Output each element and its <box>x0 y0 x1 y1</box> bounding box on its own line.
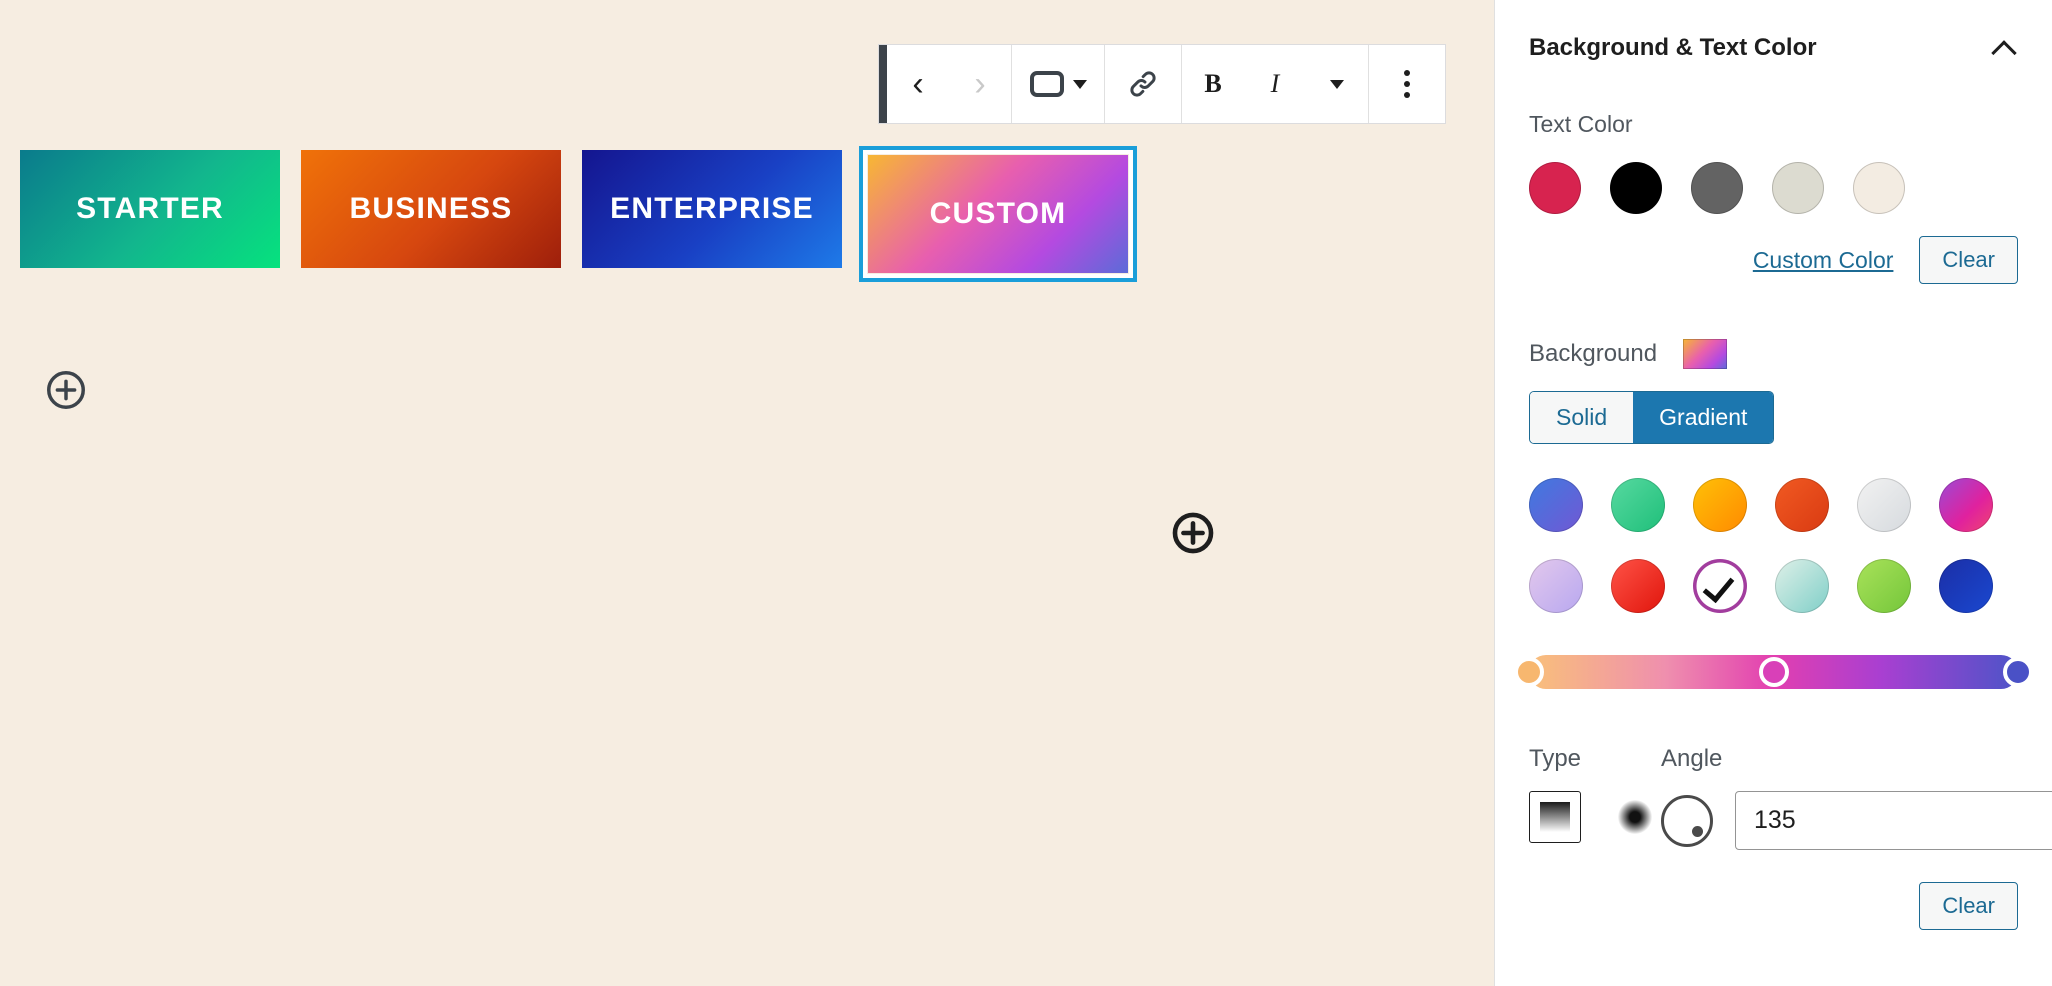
chevron-down-icon <box>1072 79 1087 89</box>
angle-dial-handle-icon <box>1692 825 1703 837</box>
chevron-right-icon: › <box>974 65 986 103</box>
text-color-actions: Custom Color Clear <box>1529 236 2018 284</box>
appender-canvas[interactable] <box>1170 510 1216 556</box>
gradient-swatch-lime-green[interactable] <box>1857 559 1911 613</box>
editor-root: ‹ › B I STARTER BUSINESS ENTERPRISE CUST… <box>0 0 2052 986</box>
custom-color-link[interactable]: Custom Color <box>1753 247 1894 274</box>
linear-gradient-option[interactable] <box>1529 791 1581 843</box>
bold-icon: B <box>1204 69 1222 98</box>
button-enterprise[interactable]: ENTERPRISE <box>582 150 842 268</box>
gradient-swatch-row-1 <box>1529 478 2018 532</box>
gradient-swatch-aqua-pale[interactable] <box>1775 559 1829 613</box>
text-swatch-light-gray[interactable] <box>1772 162 1824 214</box>
text-swatch-off-white[interactable] <box>1853 162 1905 214</box>
chevron-up-icon[interactable] <box>1992 35 2018 61</box>
chevron-left-icon: ‹ <box>912 65 924 103</box>
tab-gradient[interactable]: Gradient <box>1633 392 1774 443</box>
block-drag-handle[interactable] <box>879 45 887 123</box>
bold-button[interactable]: B <box>1182 45 1244 123</box>
button-custom-inner: CUSTOM <box>868 155 1128 273</box>
link-button[interactable] <box>1105 45 1181 123</box>
background-preview-swatch[interactable] <box>1683 339 1728 369</box>
gradient-swatch-red-scarlet[interactable] <box>1611 559 1665 613</box>
gradient-swatch-pale-silver[interactable] <box>1857 478 1911 532</box>
type-label: Type <box>1529 745 1582 772</box>
type-choices <box>1529 791 1661 843</box>
appender-inline[interactable] <box>44 368 88 412</box>
panel-title: Background & Text Color <box>1529 34 1817 61</box>
plus-circle-icon <box>1172 512 1214 554</box>
gradient-swatch-custom-current[interactable] <box>1693 559 1747 613</box>
gradient-swatch-amber-orange[interactable] <box>1693 478 1747 532</box>
toolbar-group-block-type <box>1012 45 1105 123</box>
tab-solid[interactable]: Solid <box>1530 392 1634 443</box>
move-up-button[interactable]: ‹ <box>887 45 949 123</box>
background-type-tabs: Solid Gradient <box>1529 391 1775 444</box>
italic-icon: I <box>1270 69 1280 98</box>
gradient-swatch-row-2 <box>1529 559 2018 613</box>
gradient-swatch-deep-blue[interactable] <box>1939 559 1993 613</box>
button-custom[interactable]: CUSTOM <box>859 146 1137 282</box>
radial-gradient-icon <box>1618 800 1652 834</box>
text-color-label: Text Color <box>1529 111 1633 137</box>
radial-gradient-option[interactable] <box>1609 791 1661 843</box>
gradient-type-control: Type <box>1529 745 1661 850</box>
angle-dial[interactable] <box>1661 794 1713 847</box>
gradient-swatch-grid <box>1529 478 2018 613</box>
gradient-swatch-green-mint[interactable] <box>1611 478 1665 532</box>
text-color-swatches <box>1529 162 2018 214</box>
angle-label: Angle <box>1661 745 1723 772</box>
linear-gradient-icon <box>1540 802 1570 832</box>
button-block-icon <box>1029 71 1064 97</box>
link-icon <box>1130 71 1156 97</box>
gradient-swatch-blue-violet[interactable] <box>1529 478 1583 532</box>
gradient-stop-2[interactable] <box>1758 657 1789 687</box>
gradient-editor-bar-wrap <box>1514 655 2033 695</box>
button-custom-label: CUSTOM <box>929 197 1067 230</box>
gradient-swatch-red-orange[interactable] <box>1775 478 1829 532</box>
toolbar-group-format: B I <box>1182 45 1369 123</box>
buttons-block-row: STARTER BUSINESS ENTERPRISE CUSTOM <box>20 146 1137 282</box>
background-actions: Clear <box>1529 882 2018 930</box>
button-starter[interactable]: STARTER <box>20 150 280 268</box>
italic-button[interactable]: I <box>1244 45 1306 123</box>
gradient-controls-row: Type Angle <box>1529 745 2052 850</box>
gradient-angle-control: Angle <box>1661 745 2052 850</box>
button-business-label: BUSINESS <box>349 192 513 225</box>
button-enterprise-label: ENTERPRISE <box>610 192 814 225</box>
background-clear-button[interactable]: Clear <box>1919 882 2018 930</box>
angle-input[interactable] <box>1735 791 2052 850</box>
background-label: Background <box>1529 340 1658 367</box>
gradient-swatch-purple-pink[interactable] <box>1939 478 1993 532</box>
move-down-button[interactable]: › <box>949 45 1011 123</box>
text-swatch-black[interactable] <box>1610 162 1662 214</box>
angle-wrap <box>1661 791 2052 850</box>
toolbar-group-movers: ‹ › <box>887 45 1012 123</box>
plus-circle-icon <box>47 371 85 409</box>
gradient-editor-bar[interactable] <box>1514 655 2033 689</box>
button-business[interactable]: BUSINESS <box>301 150 561 268</box>
button-starter-label: STARTER <box>76 192 224 225</box>
panel-header[interactable]: Background & Text Color <box>1529 22 2018 66</box>
block-type-button[interactable] <box>1012 45 1104 123</box>
text-swatch-crimson[interactable] <box>1529 162 1581 214</box>
gradient-stop-3[interactable] <box>2003 657 2033 687</box>
gradient-stop-1[interactable] <box>1514 657 1544 687</box>
text-swatch-dark-gray[interactable] <box>1691 162 1743 214</box>
gradient-swatch-lavender[interactable] <box>1529 559 1583 613</box>
block-options-button[interactable] <box>1369 45 1445 123</box>
caret-down-icon <box>1330 79 1344 89</box>
block-toolbar: ‹ › B I <box>878 44 1446 124</box>
settings-sidebar: Background & Text Color Text Color Custo… <box>1494 0 2052 986</box>
toolbar-group-options <box>1369 45 1445 123</box>
text-color-clear-button[interactable]: Clear <box>1919 236 2018 284</box>
editor-canvas: ‹ › B I STARTER BUSINESS ENTERPRISE CUST… <box>0 0 1494 986</box>
more-rich-text-button[interactable] <box>1306 45 1368 123</box>
background-header: Background <box>1529 339 2018 369</box>
toolbar-group-link <box>1105 45 1182 123</box>
kebab-menu-icon <box>1404 70 1410 98</box>
